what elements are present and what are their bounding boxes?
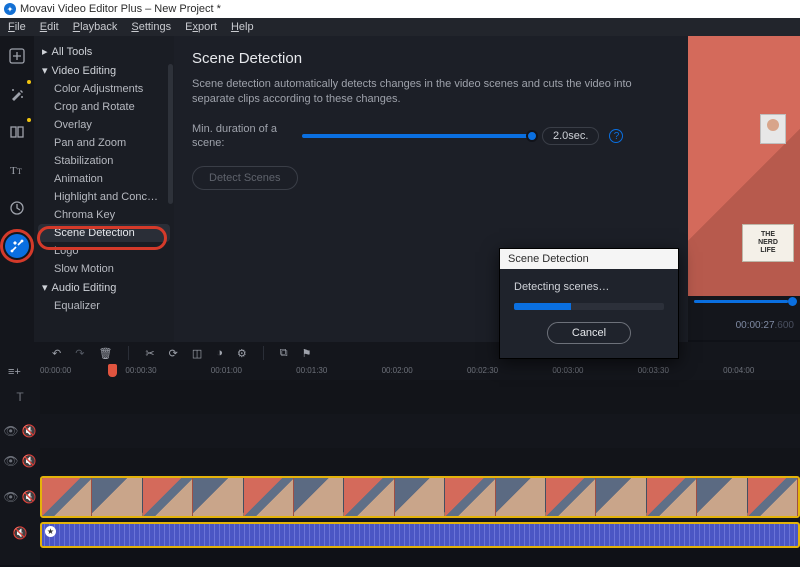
sidebar-item-overlay[interactable]: Overlay bbox=[34, 116, 174, 134]
track-lane-title[interactable] bbox=[40, 380, 800, 414]
ruler-tick: 00:02:30 bbox=[467, 366, 498, 375]
track-header-video-icon[interactable]: 👁 🔇 bbox=[0, 474, 40, 520]
track-header-caption-icon[interactable]: 👁 🔇 bbox=[0, 448, 40, 474]
rail-add-icon[interactable] bbox=[5, 44, 29, 68]
dialog-message: Detecting scenes… bbox=[514, 281, 664, 293]
sidebar-item-chroma-key[interactable]: Chroma Key bbox=[34, 206, 174, 224]
track-lane-audio[interactable]: ★ bbox=[40, 520, 800, 550]
track-lanes[interactable]: ★ ★ bbox=[40, 380, 800, 565]
track-header-title-icon[interactable]: T bbox=[0, 380, 40, 414]
sidebar-group-video-editing[interactable]: ▾ Video Editing bbox=[34, 61, 174, 80]
timeline-tracks: T 👁 🔇 👁 🔇 👁 🔇 🔇 ★ ★ bbox=[0, 380, 800, 565]
sidebar-group-all-tools[interactable]: ▸ All Tools bbox=[34, 42, 174, 61]
menu-help[interactable]: Help bbox=[231, 21, 254, 33]
dialog-progress bbox=[514, 303, 664, 310]
sidebar-scrollbar[interactable] bbox=[168, 64, 173, 204]
sidebar-item-equalizer[interactable]: Equalizer bbox=[34, 297, 174, 315]
track-header-overlay-icon[interactable]: 👁 🔇 bbox=[0, 414, 40, 448]
menu-edit[interactable]: Edit bbox=[40, 21, 59, 33]
ruler-tick: 00:02:00 bbox=[382, 366, 413, 375]
menubar: File Edit Playback Settings Export Help bbox=[0, 18, 800, 36]
clip-effects-icon[interactable]: ★ bbox=[45, 526, 56, 537]
track-gutter: T 👁 🔇 👁 🔇 👁 🔇 🔇 bbox=[0, 380, 40, 565]
sidebar-item-scene-detection[interactable]: Scene Detection bbox=[38, 224, 170, 242]
sidebar-item-pan-zoom[interactable]: Pan and Zoom bbox=[34, 134, 174, 152]
split-icon[interactable]: ✂ bbox=[145, 347, 154, 360]
min-duration-label: Min. duration of a scene: bbox=[192, 122, 292, 151]
video-clip[interactable]: ★ bbox=[40, 476, 800, 518]
ruler-tick: 00:00:00 bbox=[40, 366, 71, 375]
tools-sidebar: ▸ All Tools ▾ Video Editing Color Adjust… bbox=[34, 36, 174, 342]
ruler-tick: 00:03:00 bbox=[552, 366, 583, 375]
preview-seekbar[interactable] bbox=[694, 300, 794, 303]
preview-sign: THENERDLIFE bbox=[742, 224, 794, 262]
sidebar-item-slow-motion[interactable]: Slow Motion bbox=[34, 260, 174, 278]
sidebar-item-animation[interactable]: Animation bbox=[34, 170, 174, 188]
window-title: Movavi Video Editor Plus – New Project * bbox=[20, 3, 221, 15]
rail-stickers-icon[interactable] bbox=[5, 196, 29, 220]
svg-text:T: T bbox=[10, 165, 17, 177]
sidebar-item-crop-rotate[interactable]: Crop and Rotate bbox=[34, 98, 174, 116]
detect-scenes-button[interactable]: Detect Scenes bbox=[192, 166, 298, 190]
timeline-toolbar: ↶ ↷ 🗑 ✂ ⟳ ◫ ◑ ⚙ ⧉ ⚑ bbox=[0, 342, 800, 364]
app-logo-icon: ✦ bbox=[4, 3, 16, 15]
ruler-tick: 00:01:30 bbox=[296, 366, 327, 375]
slider-thumb[interactable] bbox=[526, 130, 538, 142]
rail-transitions-icon[interactable] bbox=[5, 120, 29, 144]
preview-timecode: 00:00:27.600 bbox=[736, 320, 794, 331]
color-icon[interactable]: ◑ bbox=[216, 347, 223, 359]
preview-controls: 00:00:27.600 bbox=[688, 296, 800, 340]
ruler-tick: 00:01:00 bbox=[211, 366, 242, 375]
preview-poster-icon bbox=[760, 114, 786, 144]
delete-icon[interactable]: 🗑 bbox=[98, 347, 112, 360]
dialog-title: Scene Detection bbox=[500, 249, 678, 269]
scene-detection-dialog: Scene Detection Detecting scenes… Cancel bbox=[499, 248, 679, 359]
panel-description: Scene detection automatically detects ch… bbox=[192, 77, 670, 108]
menu-playback[interactable]: Playback bbox=[73, 21, 118, 33]
rail-titles-icon[interactable]: TT bbox=[5, 158, 29, 182]
min-duration-value[interactable]: 2.0sec. bbox=[542, 127, 599, 145]
timeline-ruler[interactable]: ≡+ 00:00:00 00:00:30 00:01:00 00:01:30 00:02… bbox=[0, 364, 800, 380]
dialog-cancel-button[interactable]: Cancel bbox=[547, 322, 631, 344]
tool-rail: TT bbox=[0, 36, 34, 342]
seek-thumb-icon[interactable] bbox=[788, 297, 797, 306]
sidebar-item-color-adjustments[interactable]: Color Adjustments bbox=[34, 80, 174, 98]
min-duration-row: Min. duration of a scene: 2.0sec. ? bbox=[192, 122, 670, 151]
help-icon[interactable]: ? bbox=[609, 129, 623, 143]
track-lane-caption[interactable] bbox=[40, 448, 800, 474]
menu-export[interactable]: Export bbox=[185, 21, 217, 33]
rail-more-tools-icon[interactable] bbox=[5, 234, 29, 258]
ruler-tick: 00:04:00 bbox=[723, 366, 754, 375]
menu-settings[interactable]: Settings bbox=[131, 21, 171, 33]
preview-video[interactable]: THENERDLIFE bbox=[688, 36, 800, 296]
preview-pane: THENERDLIFE 00:00:27.600 bbox=[688, 36, 800, 342]
sidebar-group-audio-editing[interactable]: ▾ Audio Editing bbox=[34, 278, 174, 297]
track-lane-video[interactable]: ★ bbox=[40, 474, 800, 520]
window-titlebar: ✦ Movavi Video Editor Plus – New Project… bbox=[0, 0, 800, 18]
marker-icon[interactable]: ⚑ bbox=[302, 347, 312, 360]
rail-filters-icon[interactable] bbox=[5, 82, 29, 106]
track-lane-overlay[interactable] bbox=[40, 414, 800, 448]
record-icon[interactable]: ⧉ bbox=[280, 347, 288, 360]
main-area: TT ▸ All Tools ▾ Video Editing Color Adj… bbox=[0, 36, 800, 342]
adjust-icon[interactable]: ⚙ bbox=[237, 347, 247, 360]
sidebar-item-highlight-conceal[interactable]: Highlight and Conc… bbox=[34, 188, 174, 206]
add-track-icon[interactable]: ≡+ bbox=[8, 366, 21, 378]
ruler-tick: 00:00:30 bbox=[125, 366, 156, 375]
rotate-icon[interactable]: ⟳ bbox=[169, 347, 178, 360]
panel-title: Scene Detection bbox=[192, 50, 670, 67]
sidebar-item-stabilization[interactable]: Stabilization bbox=[34, 152, 174, 170]
menu-file[interactable]: File bbox=[8, 21, 26, 33]
svg-text:T: T bbox=[17, 167, 22, 176]
playhead-icon[interactable] bbox=[108, 364, 117, 377]
sidebar-item-logo[interactable]: Logo bbox=[34, 242, 174, 260]
redo-icon[interactable]: ↷ bbox=[75, 347, 84, 360]
min-duration-slider[interactable] bbox=[302, 134, 532, 138]
ruler-tick: 00:03:30 bbox=[638, 366, 669, 375]
crop-icon[interactable]: ◫ bbox=[192, 347, 202, 360]
track-header-audio-icon[interactable]: 🔇 bbox=[0, 520, 40, 546]
undo-icon[interactable]: ↶ bbox=[52, 347, 61, 360]
audio-clip[interactable]: ★ bbox=[40, 522, 800, 548]
